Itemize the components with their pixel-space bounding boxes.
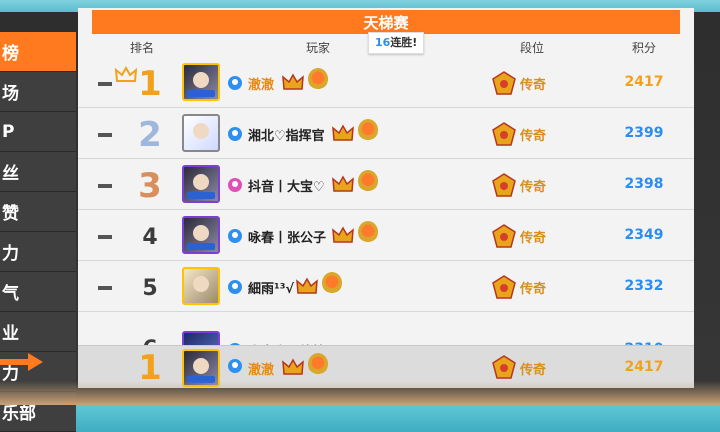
male-icon (228, 127, 242, 141)
tier-icon (492, 355, 516, 379)
score: 2398 (624, 176, 664, 192)
rank-number: 4 (142, 225, 158, 250)
king-badge-icon (308, 353, 328, 375)
bottom-glow (0, 381, 720, 405)
king-badge-icon (308, 68, 328, 90)
rank-number: 2 (138, 115, 162, 155)
tier-label: 传奇 (520, 78, 547, 93)
score: 2332 (624, 278, 664, 294)
sidebar-item-label: 业 (2, 324, 19, 344)
crown-icon (115, 66, 137, 82)
header-score: 积分 (632, 41, 657, 55)
arrow-right-icon (0, 353, 43, 371)
male-icon (228, 229, 242, 243)
vip-crown-icon (332, 124, 354, 141)
rank-change-dash (98, 184, 112, 188)
sidebar: 榜 场 P 丝 赞 力 气 业 力 乐部 (0, 32, 76, 432)
table-row[interactable]: 1 澈澈 传奇 2417 (78, 58, 694, 108)
player-name[interactable]: 澈澈 (248, 359, 274, 378)
header-tier: 段位 (520, 41, 545, 55)
female-icon (228, 178, 242, 192)
king-badge-icon (358, 119, 378, 141)
leaderboard-panel: 天梯赛 排名 玩家 段位 积分 16连胜! 1 澈澈 传奇 2417 2 湘北♡… (78, 8, 694, 388)
sidebar-item-5[interactable]: 赞 (0, 192, 76, 232)
win-streak-toast: 16连胜! (368, 32, 425, 54)
tier-icon (492, 122, 516, 146)
score: 2417 (624, 359, 664, 375)
sidebar-item-label: 榜 (2, 44, 19, 64)
tier-icon (492, 224, 516, 248)
sidebar-item-3[interactable]: P (0, 112, 76, 152)
toast-text: 连胜! (390, 36, 418, 49)
male-icon (228, 280, 242, 294)
sidebar-item-label: 赞 (2, 204, 19, 224)
avatar[interactable] (182, 165, 220, 203)
score: 2349 (624, 227, 664, 243)
sidebar-item-label: P (2, 121, 15, 142)
sidebar-item-2[interactable]: 场 (0, 72, 76, 112)
vip-crown-icon (332, 175, 354, 192)
sidebar-item-4[interactable]: 丝 (0, 152, 76, 192)
rank-change-dash (98, 133, 112, 137)
player-name[interactable]: 湘北♡指挥官 (248, 125, 325, 144)
tier-label: 传奇 (520, 231, 547, 246)
rank-change-dash (98, 235, 112, 239)
vip-crown-icon (282, 358, 304, 375)
king-badge-icon (358, 170, 378, 192)
table-row[interactable]: 3 抖音丨大宝♡ 传奇 2398 (78, 160, 694, 210)
vip-crown-icon (332, 226, 354, 243)
male-icon (228, 359, 242, 373)
tier-label: 传奇 (520, 129, 547, 144)
avatar[interactable] (182, 216, 220, 254)
player-name[interactable]: 抖音丨大宝♡ (248, 176, 325, 195)
tier-icon (492, 71, 516, 95)
avatar[interactable] (182, 267, 220, 305)
sidebar-item-label: 气 (2, 284, 19, 304)
avatar[interactable] (182, 114, 220, 152)
table-row[interactable]: 2 湘北♡指挥官 传奇 2399 (78, 109, 694, 159)
male-icon (228, 76, 242, 90)
sidebar-item-7[interactable]: 气 (0, 272, 76, 312)
avatar[interactable] (182, 63, 220, 101)
king-badge-icon (322, 272, 342, 294)
tier-label: 传奇 (520, 363, 547, 378)
player-name[interactable]: 澈澈 (248, 74, 274, 93)
score: 2417 (624, 74, 664, 90)
sidebar-item-leaderboard[interactable]: 榜 (0, 32, 76, 72)
header-player: 玩家 (306, 41, 331, 55)
table-row[interactable]: 5 細雨¹³√ 传奇 2332 (78, 262, 694, 312)
vip-crown-icon (296, 277, 318, 294)
rank-number: 5 (142, 276, 158, 301)
king-badge-icon (358, 221, 378, 243)
rank-number: 3 (138, 166, 162, 206)
sidebar-item-8[interactable]: 业 (0, 312, 76, 352)
sidebar-item-label: 力 (2, 244, 19, 264)
player-name[interactable]: 咏春丨张公子 (248, 227, 326, 246)
rank-change-dash (98, 82, 112, 86)
sidebar-item-label: 场 (2, 84, 19, 104)
rank-number: 1 (138, 64, 162, 104)
tier-label: 传奇 (520, 180, 547, 195)
rank-change-dash (98, 286, 112, 290)
header-rank: 排名 (130, 41, 155, 55)
sidebar-item-6[interactable]: 力 (0, 232, 76, 272)
score: 2399 (624, 125, 664, 141)
toast-count: 16 (375, 36, 391, 49)
table-row[interactable]: 4 咏春丨张公子 传奇 2349 (78, 211, 694, 261)
sidebar-item-label: 丝 (2, 164, 19, 184)
tier-icon (492, 275, 516, 299)
tier-label: 传奇 (520, 282, 547, 297)
vip-crown-icon (282, 73, 304, 90)
panel-title: 天梯赛 (92, 10, 680, 34)
player-name[interactable]: 細雨¹³√ (248, 278, 294, 297)
tier-icon (492, 173, 516, 197)
